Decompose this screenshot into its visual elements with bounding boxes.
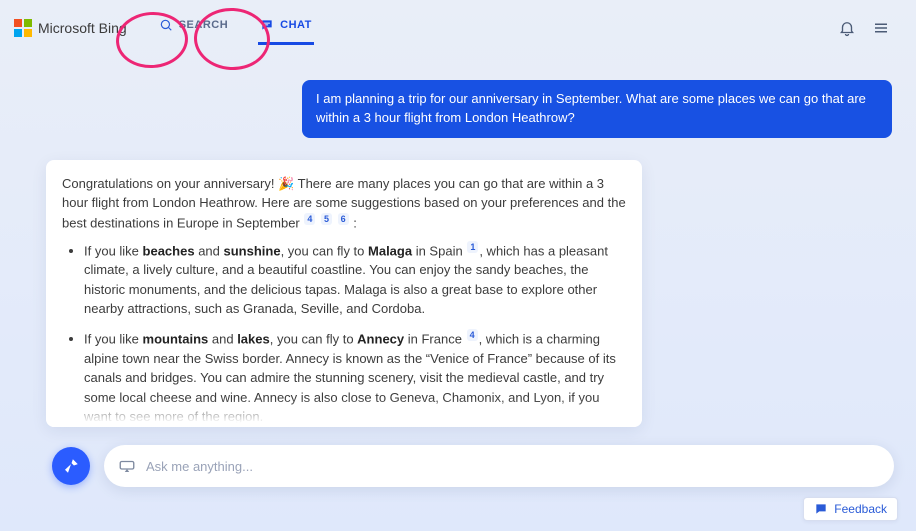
bell-icon <box>838 19 856 37</box>
composer-input[interactable] <box>146 445 880 487</box>
citation[interactable]: 1 <box>467 241 478 253</box>
brand-logo[interactable]: Microsoft Bing <box>14 19 127 37</box>
composer[interactable] <box>104 445 894 487</box>
speech-bubble-icon <box>814 502 828 516</box>
search-icon <box>159 18 173 32</box>
keyboard-chat-icon <box>118 457 136 475</box>
microsoft-logo-icon <box>14 19 32 37</box>
tab-search[interactable]: SEARCH <box>157 12 230 45</box>
hamburger-icon <box>872 19 890 37</box>
conversation-area: I am planning a trip for our anniversary… <box>0 56 916 427</box>
tab-chat-label: CHAT <box>280 19 312 31</box>
new-topic-button[interactable] <box>52 447 90 485</box>
brand-name: Microsoft Bing <box>38 20 127 36</box>
header: Microsoft Bing SEARCH CHAT <box>0 0 916 56</box>
feedback-label: Feedback <box>834 502 887 516</box>
tab-search-label: SEARCH <box>179 19 228 31</box>
user-message-text: I am planning a trip for our anniversary… <box>316 91 866 125</box>
assistant-message-bubble: Congratulations on your anniversary! 🎉 T… <box>46 160 642 427</box>
fade-overlay <box>46 399 642 427</box>
mode-tabs: SEARCH CHAT <box>157 12 314 45</box>
user-message-bubble: I am planning a trip for our anniversary… <box>302 80 892 138</box>
tab-chat[interactable]: CHAT <box>258 12 314 45</box>
notifications-button[interactable] <box>830 11 864 45</box>
broom-icon <box>62 457 80 475</box>
assistant-intro: Congratulations on your anniversary! 🎉 T… <box>62 174 626 233</box>
citation[interactable]: 5 <box>321 213 332 225</box>
citation[interactable]: 6 <box>338 213 349 225</box>
menu-button[interactable] <box>864 11 898 45</box>
citation[interactable]: 4 <box>304 213 315 225</box>
chat-icon <box>260 18 274 32</box>
list-item: If you like beaches and sunshine, you ca… <box>84 241 626 319</box>
citation[interactable]: 4 <box>467 329 478 341</box>
party-popper-icon: 🎉 <box>278 176 294 191</box>
feedback-button[interactable]: Feedback <box>803 497 898 521</box>
composer-row <box>52 445 894 487</box>
